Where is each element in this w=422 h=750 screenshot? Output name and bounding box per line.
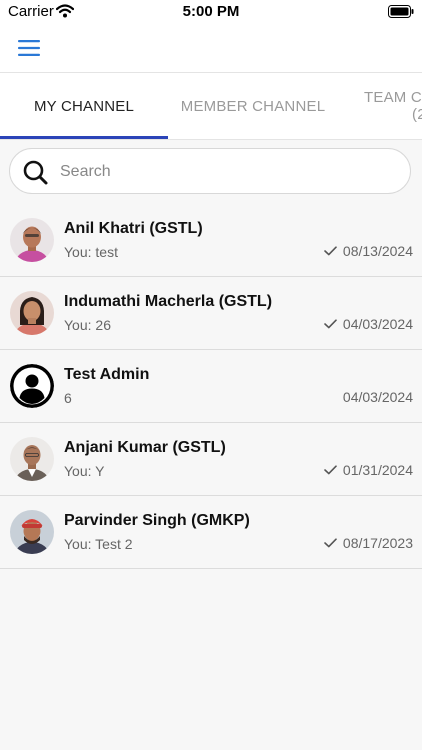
message-meta: 04/03/2024 (343, 389, 413, 405)
contact-name: Test Admin (64, 366, 150, 383)
search-icon (23, 160, 49, 191)
clock: 5:00 PM (182, 3, 240, 20)
hamburger-menu-icon[interactable] (18, 40, 40, 56)
conversation-row[interactable]: Test Admin 6 04/03/2024 (0, 350, 422, 423)
checkmark-icon (324, 462, 337, 478)
message-preview: You: Y (64, 463, 105, 479)
tab-member-channel[interactable]: MEMBER CHANNEL (169, 73, 337, 139)
conversation-row[interactable]: Parvinder Singh (GMKP) You: Test 2 08/17… (0, 496, 422, 569)
tab-label: MY CHANNEL (33, 98, 135, 115)
message-preview: You: 26 (64, 317, 111, 333)
channel-tabs: MY CHANNEL MEMBER CHANNEL TEAM CH (2 (0, 72, 422, 140)
message-date: 01/31/2024 (342, 462, 413, 478)
avatar (10, 291, 54, 335)
message-date: 04/03/2024 (342, 316, 413, 332)
avatar (10, 218, 54, 262)
nav-bar (0, 24, 422, 72)
contact-name: Indumathi Macherla (GSTL) (64, 293, 273, 310)
search-bar (9, 148, 411, 195)
tab-label: MEMBER CHANNEL (180, 98, 326, 115)
tab-label: TEAM CH (2 (364, 89, 422, 123)
tab-label-text: TEAM CH (364, 89, 422, 106)
checkmark-icon (324, 535, 337, 551)
message-meta: 01/31/2024 (324, 462, 413, 478)
tab-my-channel[interactable]: MY CHANNEL (0, 73, 168, 139)
conversation-list: Anil Khatri (GSTL) You: test 08/13/2024 … (0, 204, 422, 569)
battery-icon (388, 5, 414, 23)
message-preview: You: Test 2 (64, 536, 133, 552)
conversation-row[interactable]: Anjani Kumar (GSTL) You: Y 01/31/2024 (0, 423, 422, 496)
checkmark-icon (324, 243, 337, 259)
conversation-row[interactable]: Indumathi Macherla (GSTL) You: 26 04/03/… (0, 277, 422, 350)
message-preview: You: test (64, 244, 118, 260)
contact-name: Parvinder Singh (GMKP) (64, 512, 250, 529)
message-date: 04/03/2024 (342, 389, 413, 405)
message-meta: 08/17/2023 (324, 535, 413, 551)
contact-name: Anjani Kumar (GSTL) (64, 439, 226, 456)
default-user-icon (10, 364, 54, 408)
conversation-row[interactable]: Anil Khatri (GSTL) You: test 08/13/2024 (0, 204, 422, 277)
tab-count: (2 (412, 106, 422, 123)
status-bar: Carrier 5:00 PM (0, 0, 422, 24)
active-tab-indicator (0, 136, 168, 139)
tab-team-channel[interactable]: TEAM CH (2 (338, 73, 422, 139)
avatar (10, 510, 54, 554)
message-date: 08/17/2023 (342, 535, 413, 551)
message-meta: 04/03/2024 (324, 316, 413, 332)
contact-name: Anil Khatri (GSTL) (64, 220, 203, 237)
message-preview: 6 (64, 390, 72, 406)
search-input[interactable] (58, 149, 402, 195)
message-date: 08/13/2024 (342, 243, 413, 259)
avatar (10, 437, 54, 481)
message-meta: 08/13/2024 (324, 243, 413, 259)
checkmark-icon (324, 316, 337, 332)
